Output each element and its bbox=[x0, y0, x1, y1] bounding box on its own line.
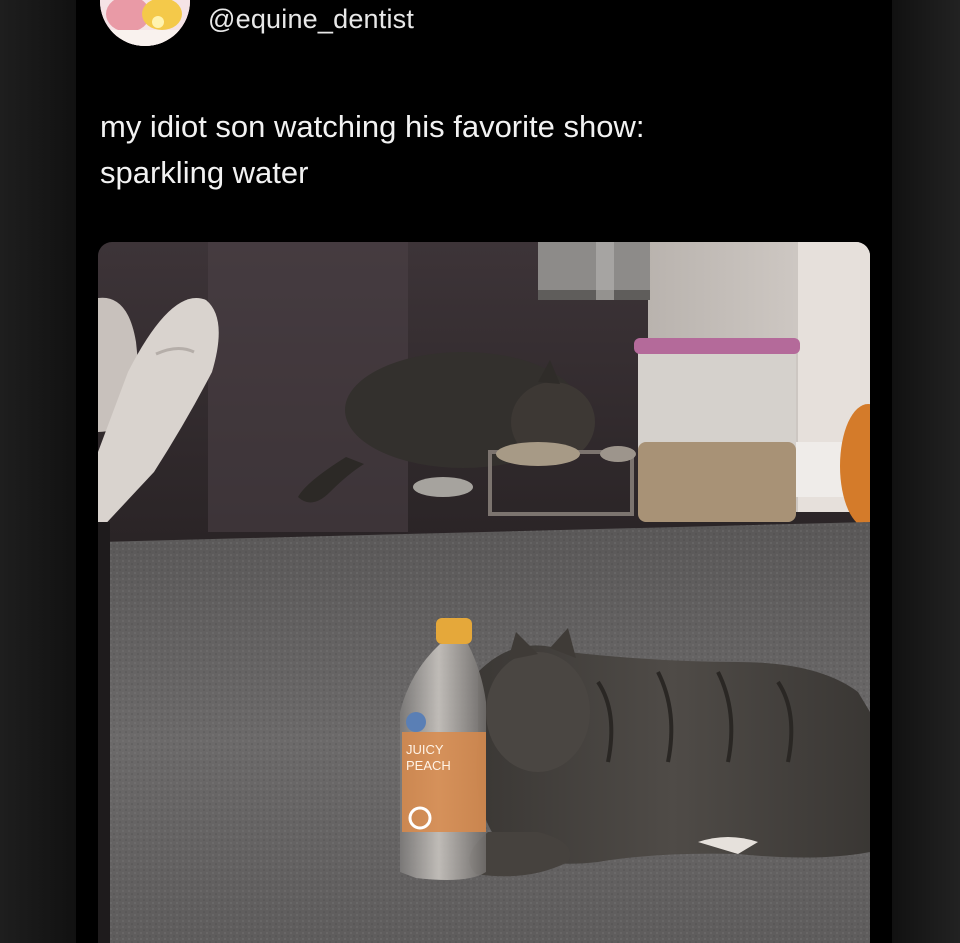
tweet-text: my idiot son watching his favorite show:… bbox=[100, 104, 860, 196]
avatar[interactable] bbox=[100, 0, 190, 46]
username[interactable]: @equine_dentist bbox=[208, 4, 414, 35]
right-blur-margin bbox=[892, 0, 960, 943]
food-container bbox=[634, 338, 800, 522]
tweet-photo[interactable]: JUICY PEACH bbox=[98, 242, 870, 943]
tweet-text-line-2: sparkling water bbox=[100, 155, 309, 190]
screenshot: @equine_dentist my idiot son watching hi… bbox=[0, 0, 960, 943]
bottle-label-line-2: PEACH bbox=[406, 758, 451, 773]
left-blur-margin bbox=[0, 0, 76, 943]
tweet-card[interactable]: @equine_dentist my idiot son watching hi… bbox=[76, 0, 892, 943]
tweet-text-line-1: my idiot son watching his favorite show: bbox=[100, 109, 645, 144]
bottle-label-line-1: JUICY bbox=[406, 742, 444, 757]
